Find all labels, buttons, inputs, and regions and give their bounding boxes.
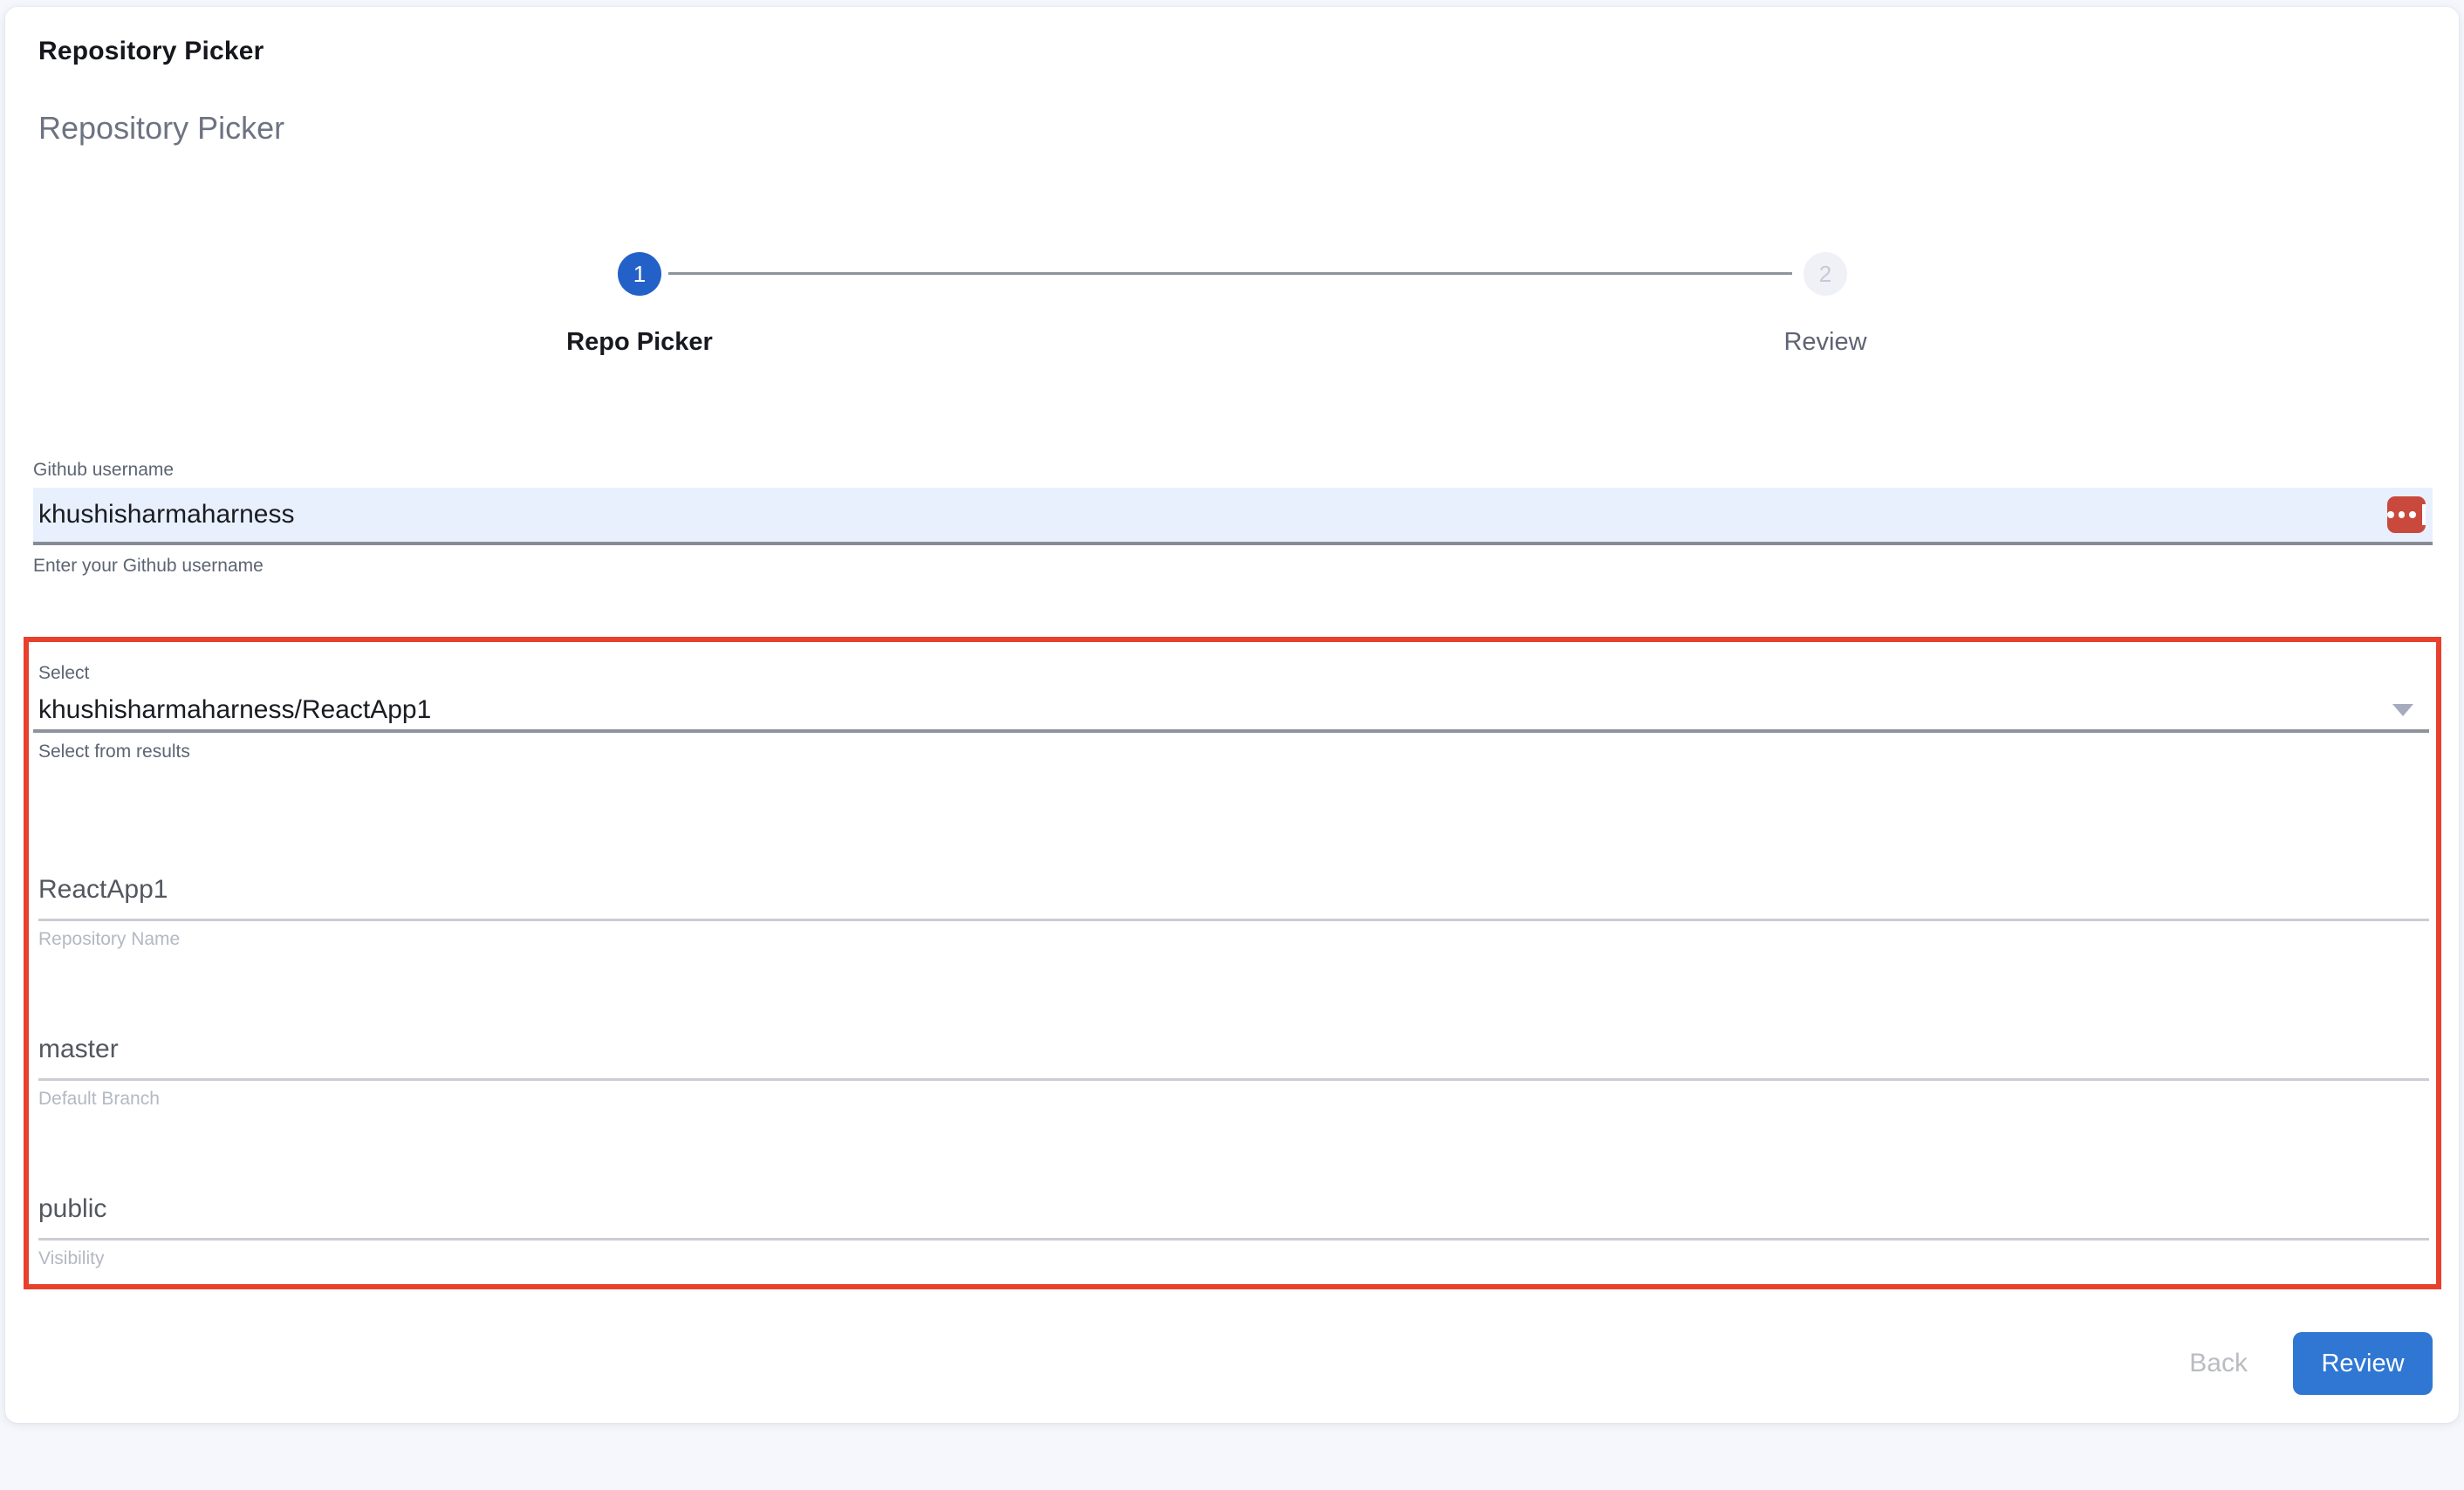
username-label: Github username [33, 460, 2433, 481]
lastpass-dot [2399, 511, 2406, 518]
step-1-number: 1 [633, 261, 646, 288]
default-branch-value[interactable]: master [38, 1034, 2429, 1081]
repo-select-label: Select [33, 663, 2429, 684]
step-1-label: Repo Picker [566, 328, 713, 357]
stepper-connector-line [668, 272, 1792, 275]
step-1-circle[interactable]: 1 [618, 252, 661, 296]
chevron-down-icon[interactable] [2392, 704, 2413, 716]
wizard-footer: Back Review [2189, 1332, 2433, 1395]
step-2-number: 2 [1819, 261, 1831, 288]
username-value: khushisharmaharness [38, 500, 294, 530]
lastpass-dot [2387, 511, 2394, 518]
lastpass-dot [2409, 511, 2416, 518]
page-subtitle: Repository Picker [38, 110, 284, 147]
visibility-label: Visibility [38, 1248, 2429, 1269]
back-button[interactable]: Back [2189, 1349, 2248, 1378]
visibility-value[interactable]: public [38, 1193, 2429, 1241]
username-input[interactable]: khushisharmaharness [33, 488, 2433, 545]
repo-select-dropdown[interactable]: khushisharmaharness/ReactApp1 [33, 691, 2429, 733]
review-button[interactable]: Review [2293, 1332, 2433, 1395]
username-helper-text: Enter your Github username [33, 556, 2433, 577]
repo-select-value: khushisharmaharness/ReactApp1 [38, 695, 431, 725]
repo-select-group: Select khushisharmaharness/ReactApp1 Sel… [33, 663, 2429, 762]
repository-picker-card: Repository Picker Repository Picker 1 2 … [5, 7, 2459, 1423]
repository-name-value[interactable]: ReactApp1 [38, 874, 2429, 921]
username-field-group: Github username khushisharmaharness Ente… [33, 460, 2433, 577]
window-title: Repository Picker [38, 37, 264, 66]
repository-name-label: Repository Name [38, 929, 2429, 950]
lastpass-bar [2422, 504, 2426, 525]
lastpass-icon[interactable] [2387, 496, 2426, 533]
repository-name-field: ReactApp1 Repository Name [38, 874, 2429, 950]
step-2-label: Review [1783, 328, 1866, 357]
repo-details-highlight-box: Select khushisharmaharness/ReactApp1 Sel… [24, 637, 2441, 1289]
default-branch-label: Default Branch [38, 1089, 2429, 1110]
repo-select-helper-text: Select from results [33, 742, 2429, 762]
step-2-circle[interactable]: 2 [1804, 252, 1847, 296]
visibility-field: public Visibility [38, 1193, 2429, 1269]
default-branch-field: master Default Branch [38, 1034, 2429, 1110]
